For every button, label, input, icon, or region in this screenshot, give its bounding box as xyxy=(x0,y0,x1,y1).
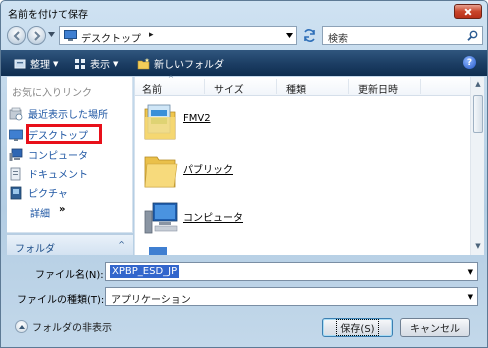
view-caret-icon: ▼ xyxy=(113,59,119,68)
column-separator[interactable] xyxy=(420,79,421,94)
title-bar: 名前を付けて保存 xyxy=(1,1,487,23)
filename-value[interactable]: XPBP_ESD_JP xyxy=(110,265,180,278)
partial-list-item-icon xyxy=(149,247,167,255)
back-button[interactable] xyxy=(7,26,26,45)
new-folder-label: 新しいフォルダ xyxy=(154,60,224,71)
organize-label: 整理 xyxy=(30,60,50,71)
save-button[interactable]: 保存(S) xyxy=(322,318,393,337)
column-header-modified[interactable]: 更新日時 xyxy=(358,81,398,96)
organize-menu[interactable]: 整理 ▼ xyxy=(14,56,58,71)
close-button[interactable] xyxy=(454,4,482,19)
desktop-icon xyxy=(9,129,23,141)
column-header-size[interactable]: サイズ xyxy=(214,81,244,96)
help-icon[interactable]: ? xyxy=(463,56,476,69)
folder-icon xyxy=(144,156,178,188)
forward-arrow-icon xyxy=(34,31,41,41)
back-arrow-icon xyxy=(13,31,20,41)
sort-ascending-icon: ^ xyxy=(168,75,174,83)
vertical-scrollbar[interactable]: ▲ ▼ xyxy=(470,77,484,255)
recent-places-icon xyxy=(9,107,23,120)
details-link[interactable]: 詳細 xyxy=(30,205,50,220)
filetype-label: ファイルの種類(T): xyxy=(17,295,105,306)
save-button-label: 保存(S) xyxy=(336,319,379,336)
refresh-icon[interactable] xyxy=(300,26,319,45)
sidebar-item-label: コンピュータ xyxy=(28,151,88,162)
address-chevron-icon[interactable]: ▸ xyxy=(149,30,154,40)
file-name[interactable]: FMV2 xyxy=(183,113,211,124)
view-label: 表示 xyxy=(90,60,110,71)
column-separator[interactable] xyxy=(204,79,205,94)
collapse-up-icon xyxy=(15,320,28,333)
scroll-thumb[interactable] xyxy=(473,95,483,133)
column-header-type[interactable]: 種類 xyxy=(286,81,306,96)
new-folder-icon xyxy=(137,57,150,69)
filetype-dropdown-icon[interactable]: ▼ xyxy=(468,293,473,301)
details-expand-icon[interactable]: » xyxy=(59,204,65,215)
computer-icon xyxy=(144,202,178,234)
save-as-dialog: 名前を付けて保存 デスクトップ ▸ 検索 整理 ▼ 表示 ▼ 新しいフォルダ ?… xyxy=(0,0,488,348)
sidebar-item-pictures[interactable]: ピクチャ xyxy=(9,184,129,201)
folders-caret-icon: ^ xyxy=(118,240,125,249)
command-toolbar: 整理 ▼ 表示 ▼ 新しいフォルダ ? xyxy=(1,50,487,76)
view-menu[interactable]: 表示 ▼ xyxy=(74,56,118,71)
favorite-links-heading: お気に入りリンク xyxy=(12,88,92,99)
documents-icon xyxy=(10,167,21,180)
hide-folders-label: フォルダの非表示 xyxy=(32,323,112,334)
window-title: 名前を付けて保存 xyxy=(8,10,88,21)
sidebar-item-computer[interactable]: コンピュータ xyxy=(9,146,129,163)
sidebar-item-label: ピクチャ xyxy=(28,189,68,200)
sidebar-item-documents[interactable]: ドキュメント xyxy=(9,165,129,182)
save-form: ファイル名(N): XPBP_ESD_JP ▼ ファイルの種類(T): アプリケ… xyxy=(1,256,487,347)
scroll-down-icon[interactable]: ▼ xyxy=(473,242,483,252)
organize-caret-icon: ▼ xyxy=(53,59,59,68)
folders-label: フォルダ xyxy=(15,244,55,255)
desktop-highlight-box xyxy=(26,124,102,144)
hide-folders-button[interactable]: フォルダの非表示 xyxy=(15,319,112,334)
new-folder-button[interactable]: 新しいフォルダ xyxy=(137,56,224,71)
filename-field[interactable]: XPBP_ESD_JP ▼ xyxy=(105,262,478,281)
cancel-button-label: キャンセル xyxy=(410,324,460,335)
scroll-up-icon[interactable]: ▲ xyxy=(473,80,483,90)
column-separator[interactable] xyxy=(348,79,349,94)
pictures-icon xyxy=(10,186,22,199)
column-headers: 名前 ^ サイズ 種類 更新日時 xyxy=(135,75,471,96)
address-row: デスクトップ ▸ 検索 xyxy=(1,23,487,49)
organize-icon xyxy=(14,59,26,68)
search-input[interactable]: 検索 xyxy=(322,26,483,45)
fmv-folder-icon xyxy=(144,104,176,140)
recent-pages-dropdown-icon[interactable] xyxy=(48,32,55,37)
forward-button[interactable] xyxy=(27,26,46,45)
filename-label: ファイル名(N): xyxy=(35,270,104,281)
cancel-button[interactable]: キャンセル xyxy=(400,318,470,337)
sidebar-item-label: 最近表示した場所 xyxy=(28,110,108,121)
file-name[interactable]: パブリック xyxy=(183,161,233,176)
filetype-value: アプリケーション xyxy=(111,295,191,306)
sidebar-item-recent-places[interactable]: 最近表示した場所 xyxy=(9,105,129,122)
sidebar-item-label: ドキュメント xyxy=(28,170,88,181)
folders-toggle-bar[interactable]: フォルダ ^ xyxy=(7,234,133,255)
address-bar[interactable]: デスクトップ ▸ xyxy=(59,26,297,45)
filename-dropdown-icon[interactable]: ▼ xyxy=(468,268,473,276)
address-location[interactable]: デスクトップ xyxy=(81,30,141,45)
computer-icon xyxy=(9,148,23,161)
search-placeholder: 検索 xyxy=(328,34,348,45)
search-icon[interactable] xyxy=(467,30,478,41)
file-name[interactable]: コンピュータ xyxy=(183,209,243,224)
column-header-name[interactable]: 名前 xyxy=(142,81,162,96)
desktop-icon xyxy=(64,30,77,41)
favorite-links-pane: お気に入りリンク 最近表示した場所 デスクトップ コンピュータ ドキュメント ピ… xyxy=(7,77,133,233)
view-icon xyxy=(75,58,85,69)
file-list: 名前 ^ サイズ 種類 更新日時 FMV2 パブリック コンピュータ ▲ ▼ xyxy=(134,75,484,255)
address-dropdown-icon[interactable] xyxy=(286,33,293,38)
column-separator[interactable] xyxy=(276,79,277,94)
filetype-select[interactable]: アプリケーション ▼ xyxy=(105,287,478,306)
